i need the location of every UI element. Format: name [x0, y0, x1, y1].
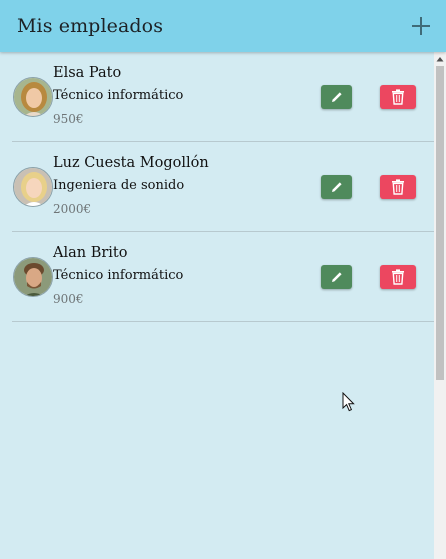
caret-up-icon [436, 57, 444, 62]
employee-role: Técnico informático [53, 88, 184, 103]
delete-button[interactable] [380, 175, 416, 199]
trash-icon [392, 179, 404, 195]
mouse-cursor-icon [342, 392, 355, 412]
trash-icon [392, 89, 404, 105]
app-header: Mis empleados [0, 0, 446, 52]
employee-name: Luz Cuesta Mogollón [53, 155, 209, 171]
employee-list: Elsa Pato Técnico informático 950€ Luz C… [0, 52, 434, 559]
employee-salary: 2000€ [53, 202, 92, 216]
avatar [13, 77, 53, 117]
employee-salary: 900€ [53, 292, 84, 306]
scroll-thumb[interactable] [436, 66, 444, 380]
employee-name: Alan Brito [53, 245, 128, 261]
pencil-icon [331, 92, 342, 102]
employee-name: Elsa Pato [53, 65, 122, 81]
trash-icon [392, 269, 404, 285]
scroll-up-button[interactable] [434, 52, 446, 66]
employee-salary: 950€ [53, 112, 84, 126]
edit-button[interactable] [321, 265, 352, 289]
add-employee-button[interactable] [410, 15, 432, 37]
delete-button[interactable] [380, 265, 416, 289]
list-item: Luz Cuesta Mogollón Ingeniera de sonido … [12, 142, 434, 232]
avatar [13, 257, 53, 297]
list-item: Alan Brito Técnico informático 900€ [12, 232, 434, 322]
employee-role: Ingeniera de sonido [53, 178, 185, 193]
avatar [13, 167, 53, 207]
pencil-icon [331, 272, 342, 282]
pencil-icon [331, 182, 342, 192]
edit-button[interactable] [321, 85, 352, 109]
employee-role: Técnico informático [53, 268, 184, 283]
page-title: Mis empleados [17, 15, 164, 37]
edit-button[interactable] [321, 175, 352, 199]
list-item: Elsa Pato Técnico informático 950€ [12, 52, 434, 142]
delete-button[interactable] [380, 85, 416, 109]
vertical-scrollbar[interactable] [434, 52, 446, 559]
